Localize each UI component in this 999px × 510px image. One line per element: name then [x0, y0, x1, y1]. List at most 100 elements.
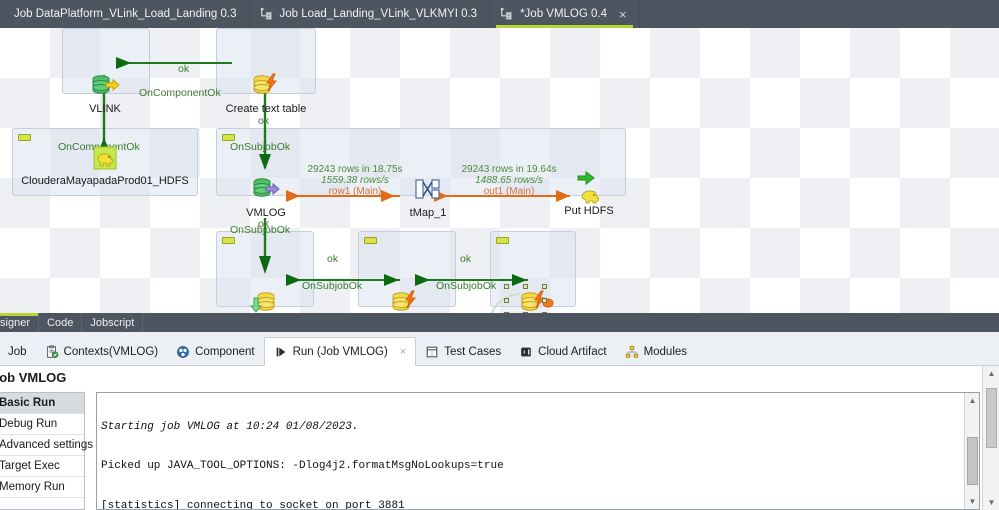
job-icon: [260, 7, 274, 21]
nav-item-label: Memory Run: [0, 481, 65, 493]
scrollbar-thumb[interactable]: [986, 388, 997, 448]
panel-vertical-scrollbar[interactable]: ▲ ▼: [982, 366, 999, 510]
component-label: Put HDFS: [556, 205, 622, 217]
link-sublabel-ok-create-his: ok: [460, 254, 471, 265]
editor-tab-label: Job DataPlatform_VLink_Load_Landing 0.3: [14, 8, 237, 20]
log-line: Starting job VMLOG at 10:24 01/08/2023.: [101, 421, 963, 434]
scroll-up-icon[interactable]: ▲: [983, 366, 999, 381]
flow-stats-row1: 29243 rows in 18.75s 1559.38 rows/s row1…: [296, 164, 414, 197]
component-insert-to-his-table[interactable]: Insert to his table: [488, 290, 582, 313]
component-create-his-table[interactable]: Create his table: [360, 290, 450, 313]
link-label-oncomponentok-1: OnComponentOk: [139, 88, 221, 99]
flow-name: out1 (Main): [450, 186, 568, 197]
console-vertical-scrollbar[interactable]: ▲ ▼: [964, 393, 979, 509]
component-label: Create text table: [225, 103, 307, 115]
tab-designer[interactable]: Designer: [0, 313, 39, 332]
nav-item-advanced-settings[interactable]: Advanced settings: [0, 435, 84, 456]
log-line: [statistics] connecting to socket on por…: [101, 500, 963, 509]
close-icon[interactable]: ×: [400, 346, 406, 358]
designer-tab-bar: Designer Code Jobscript: [0, 313, 999, 332]
run-play-icon: [274, 345, 288, 359]
tab-modules[interactable]: Modules: [616, 338, 696, 365]
close-icon[interactable]: ×: [619, 8, 627, 21]
editor-tab-label: *Job VMLOG 0.4: [520, 8, 607, 20]
nav-item-label: Debug Run: [0, 418, 57, 430]
component-put-hdfs[interactable]: Put HDFS: [556, 170, 622, 217]
modules-icon: [625, 345, 639, 359]
nav-item-label: Target Exec: [0, 460, 60, 472]
hadoop-put-icon: [572, 170, 606, 204]
subjob-collapse-handle[interactable]: [222, 237, 235, 244]
component-create-text-table[interactable]: Create text table: [225, 72, 307, 115]
tab-label: Run (Job VMLOG): [293, 346, 388, 358]
run-mode-nav-list: Basic Run Debug Run Advanced settings Ta…: [0, 392, 85, 510]
database-load-icon: [248, 290, 282, 313]
link-sublabel-ok-create-text: ok: [258, 116, 269, 127]
tab-contexts[interactable]: Contexts(VMLOG): [36, 338, 168, 365]
tab-label: Modules: [644, 346, 687, 358]
scrollbar-thumb[interactable]: [967, 437, 978, 485]
run-view-panel: Job VMLOG Basic Run Debug Run Advanced s…: [0, 366, 999, 510]
database-input-icon: [249, 176, 283, 206]
scroll-down-icon[interactable]: ▼: [983, 495, 999, 510]
component-icon: [176, 345, 190, 359]
nav-item-target-exec[interactable]: Target Exec: [0, 456, 84, 477]
database-lightning-icon: [388, 290, 422, 313]
flow-rows: 29243 rows in 19.64s: [461, 164, 556, 175]
console-log-text: Starting job VMLOG at 10:24 01/08/2023. …: [101, 395, 963, 509]
nav-item-label: Advanced settings: [0, 439, 93, 451]
component-label: tMap_1: [398, 207, 458, 219]
component-vlink[interactable]: VLINK: [70, 72, 140, 115]
tab-label: Cloud Artifact: [538, 346, 606, 358]
database-icon: [88, 72, 122, 102]
tab-test-cases[interactable]: Test Cases: [416, 338, 510, 365]
selection-handles[interactable]: [504, 284, 548, 313]
flow-rows: 29243 rows in 18.75s: [307, 164, 402, 175]
subjob-collapse-handle[interactable]: [18, 134, 31, 141]
tab-component[interactable]: Component: [167, 338, 263, 365]
scroll-down-icon[interactable]: ▼: [965, 494, 980, 509]
editor-tab-vmlog[interactable]: *Job VMLOG 0.4 ×: [490, 0, 640, 28]
run-console-output[interactable]: Starting job VMLOG at 10:24 01/08/2023. …: [96, 392, 980, 510]
tab-run[interactable]: Run (Job VMLOG) ×: [264, 337, 417, 366]
flow-stats-out1: 29243 rows in 19.64s 1488.65 rows/s out1…: [450, 164, 568, 197]
tab-label: Designer: [0, 317, 30, 329]
subjob-collapse-handle[interactable]: [496, 237, 509, 244]
component-label: VMLOG: [235, 207, 297, 219]
job-design-canvas[interactable]: ok OnComponentOk OnComponentOk OnSubjobO…: [0, 28, 999, 313]
link-sublabel-ok-1: ok: [178, 64, 189, 75]
subjob-collapse-handle[interactable]: [364, 237, 377, 244]
database-lightning-icon: [249, 72, 283, 102]
flow-rate: 1559.38 rows/s: [296, 175, 414, 186]
tab-label: Component: [195, 346, 254, 358]
component-cloudera-hdfs[interactable]: ClouderaMayapadaProd01_HDFS: [20, 144, 190, 187]
component-label: ClouderaMayapadaProd01_HDFS: [20, 175, 190, 187]
subjob-collapse-handle[interactable]: [222, 134, 235, 141]
scroll-up-icon[interactable]: ▲: [965, 393, 980, 408]
talend-studio-window: Job DataPlatform_VLink_Load_Landing 0.3 …: [0, 0, 999, 510]
tab-label: Test Cases: [444, 346, 501, 358]
tab-label: Job: [8, 346, 27, 358]
tab-cloud-artifact[interactable]: Cloud Artifact: [510, 338, 615, 365]
component-load-text-table[interactable]: Load text table: [222, 290, 308, 313]
page-title: Job VMLOG: [0, 370, 66, 385]
nav-item-memory-run[interactable]: Memory Run: [0, 477, 84, 498]
component-tmap[interactable]: tMap_1: [398, 176, 458, 219]
link-label-onsubjobok-2: OnSubjobOk: [230, 225, 290, 236]
editor-tab-dataplatform[interactable]: Job DataPlatform_VLink_Load_Landing 0.3: [0, 0, 250, 28]
editor-tab-load-landing[interactable]: Job Load_Landing_VLink_VLKMYI 0.3: [250, 0, 491, 28]
tab-job[interactable]: Job: [0, 338, 36, 365]
nav-item-debug-run[interactable]: Debug Run: [0, 414, 84, 435]
tab-label: Jobscript: [90, 317, 134, 329]
nav-item-basic-run[interactable]: Basic Run: [0, 393, 84, 414]
editor-tab-label: Job Load_Landing_VLink_VLKMYI 0.3: [280, 8, 478, 20]
tab-label: Contexts(VMLOG): [64, 346, 159, 358]
link-sublabel-ok-load: ok: [327, 254, 338, 265]
cloud-artifact-icon: [519, 345, 533, 359]
editor-tab-bar: Job DataPlatform_VLink_Load_Landing 0.3 …: [0, 0, 999, 28]
component-vmlog[interactable]: VMLOG: [235, 176, 297, 219]
view-tab-bar: Job Contexts(VMLOG) Component: [0, 332, 999, 366]
tab-jobscript[interactable]: Jobscript: [82, 313, 143, 332]
job-icon: [500, 7, 514, 21]
tab-code[interactable]: Code: [39, 313, 82, 332]
